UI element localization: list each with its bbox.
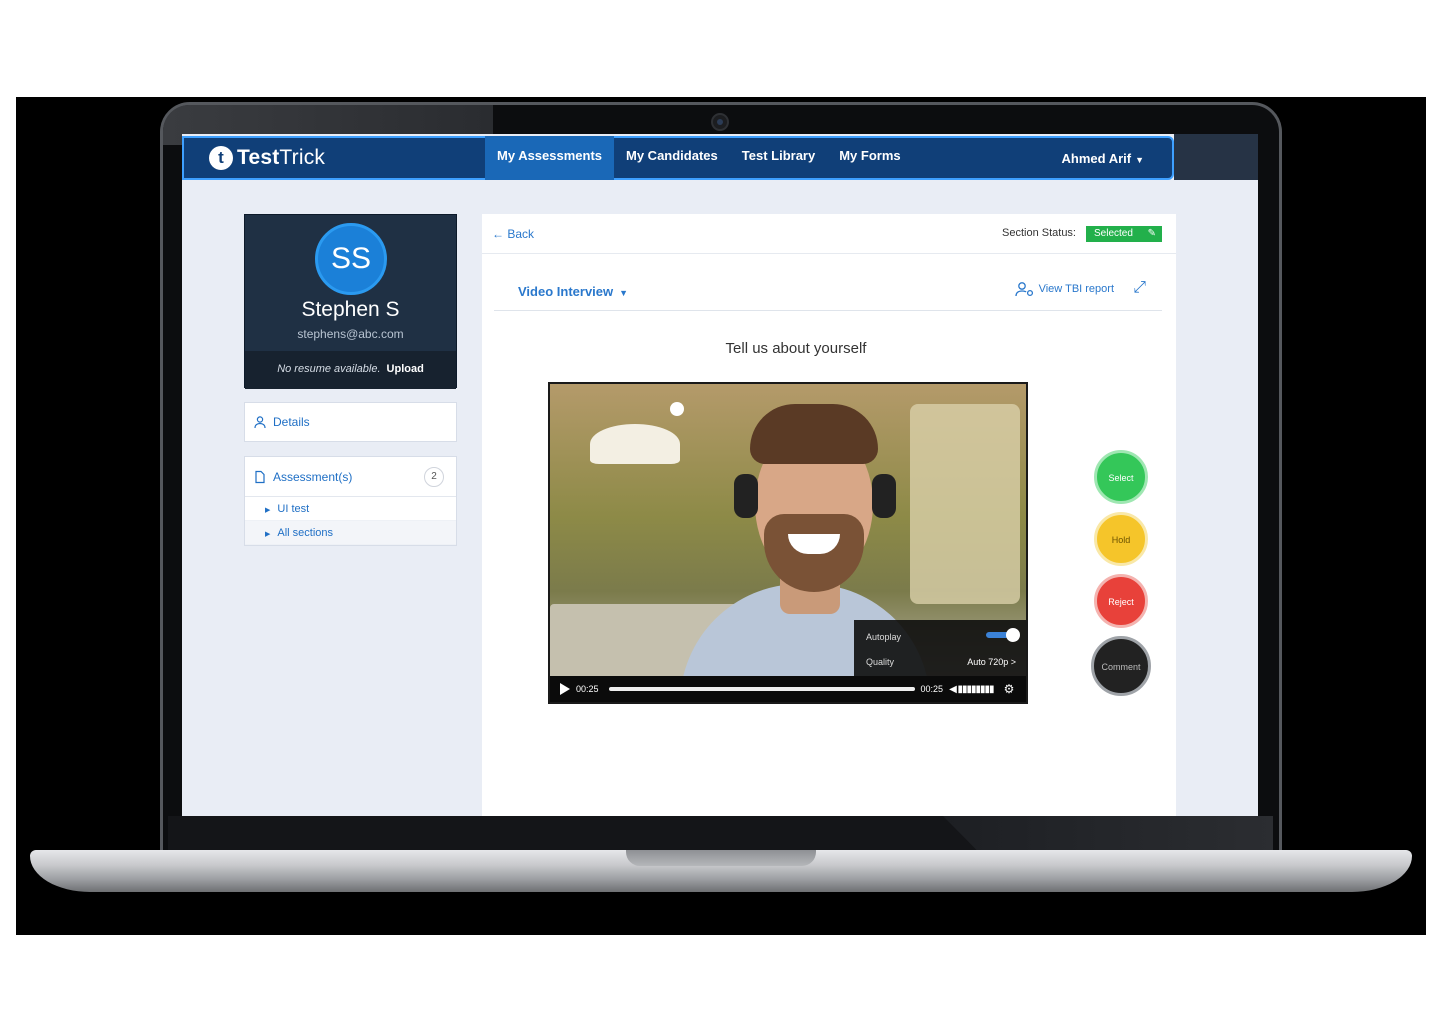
upload-resume-link[interactable]: Upload (387, 363, 424, 375)
expand-icon[interactable]: ⤢ (1133, 279, 1146, 297)
headset-shape (734, 474, 758, 518)
assessments-card: Assessment(s) 2 ▶ UI test ▶ All sections (244, 456, 457, 546)
laptop-opening-notch (626, 850, 816, 866)
autoplay-toggle[interactable] (986, 628, 1020, 642)
volume-icon[interactable]: ◀ ▮▮▮▮▮▮▮▮ (949, 684, 994, 695)
light-spot (670, 402, 684, 416)
panel-topbar: ← Back Section Status: Selected ✎ (482, 214, 1176, 254)
brand-name: TestTrick (237, 146, 326, 169)
details-card[interactable]: Details (244, 402, 457, 442)
hold-button[interactable]: Hold (1094, 512, 1148, 566)
assessment-item-ui-test[interactable]: ▶ UI test (245, 497, 456, 521)
user-menu[interactable]: Ahmed Arif ▼ (1062, 151, 1145, 166)
candidate-name: Stephen S (301, 298, 400, 321)
gear-icon[interactable]: ⚙ (1004, 682, 1015, 696)
avatar: SS (315, 223, 387, 295)
assessments-count-badge: 2 (424, 466, 444, 487)
current-time: 00:25 (576, 684, 599, 694)
main-panel: ← Back Section Status: Selected ✎ Video I… (482, 214, 1176, 816)
brand-logo[interactable]: t TestTrick (209, 146, 485, 170)
nav-my-forms[interactable]: My Forms (827, 136, 912, 180)
headset-shape (872, 474, 896, 518)
comment-button[interactable]: Comment (1091, 636, 1151, 696)
section-status-badge[interactable]: Selected ✎ (1086, 226, 1162, 242)
user-icon (254, 416, 266, 429)
details-label: Details (273, 415, 310, 429)
autoplay-label: Autoplay (866, 632, 902, 642)
assessments-header[interactable]: Assessment(s) 2 (245, 457, 456, 497)
candidate-email: stephens@abc.com (297, 327, 404, 341)
testtrick-logo-icon: t (209, 146, 233, 170)
section-dropdown[interactable]: Video Interview ▼ (518, 284, 628, 299)
total-time: 00:25 (920, 684, 944, 694)
caret-right-icon: ▶ (265, 531, 271, 538)
player-controls: 00:25 00:25 ◀ ▮▮▮▮▮▮▮▮ ⚙ (550, 676, 1026, 702)
interview-question: Tell us about yourself (725, 340, 867, 357)
reject-button[interactable]: Reject (1094, 574, 1148, 628)
webcam-icon (711, 113, 729, 131)
view-tbi-report-link[interactable]: View TBI report (1014, 281, 1114, 297)
nav-test-library[interactable]: Test Library (730, 136, 827, 180)
back-button[interactable]: ← Back (492, 227, 534, 241)
lamp-shape (590, 424, 680, 464)
assessments-label: Assessment(s) (273, 469, 353, 484)
document-icon (255, 470, 265, 483)
select-button[interactable]: Select (1094, 450, 1148, 504)
window-glow (910, 404, 1020, 604)
chevron-down-icon: ▼ (1135, 154, 1144, 165)
nav-my-assessments[interactable]: My Assessments (485, 136, 615, 180)
resume-row: No resume available. Upload (245, 351, 456, 389)
play-icon[interactable] (560, 683, 570, 695)
resume-note: No resume available. (277, 363, 381, 375)
candidate-profile-card: SS Stephen S stephens@abc.com No resume … (244, 214, 457, 389)
caret-right-icon: ▶ (265, 507, 271, 514)
assessment-item-all-sections[interactable]: ▶ All sections (245, 521, 456, 545)
user-settings-icon (1014, 282, 1033, 297)
player-settings-menu: Autoplay Quality Auto 720p > (854, 620, 1026, 680)
video-player[interactable]: Autoplay Quality Auto 720p > 00:25 00:25… (548, 382, 1028, 704)
arrow-left-icon: ← (492, 227, 508, 241)
section-status-label: Section Status: (1002, 227, 1076, 239)
hair-shape (750, 404, 878, 464)
quality-label: Quality (866, 657, 895, 667)
app-screen: t TestTrick My Assessments My Candidates… (182, 134, 1258, 816)
nav-my-candidates[interactable]: My Candidates (614, 136, 730, 180)
section-toolbar: Video Interview ▼ View TBI report ⤢ (494, 269, 1162, 311)
chevron-down-icon: ▼ (619, 288, 629, 298)
navbar-edge (1174, 134, 1258, 180)
pencil-icon: ✎ (1147, 228, 1156, 239)
quality-select[interactable]: Auto 720p > (967, 657, 1016, 667)
top-navbar: t TestTrick My Assessments My Candidates… (182, 136, 1174, 180)
progress-bar[interactable] (608, 687, 915, 691)
